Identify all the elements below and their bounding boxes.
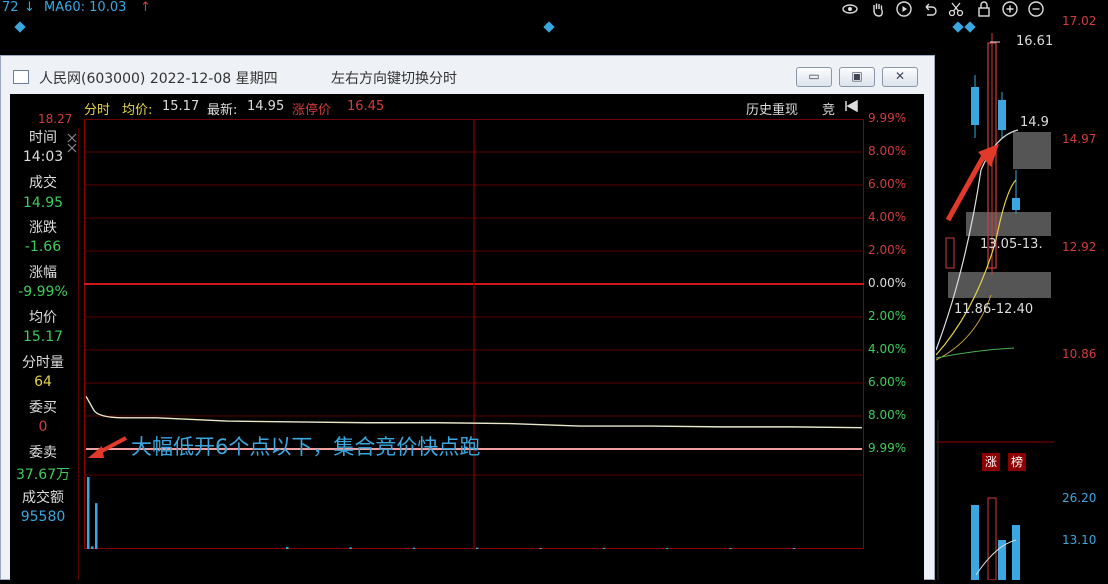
background-kline-panel: 16.61 14.9 13.05-13. 11.86-12.40 涨 榜: [935, 20, 1108, 581]
window-title: 人民网(603000) 2022-12-08 星期四: [39, 71, 278, 87]
volume-bar: [1012, 525, 1020, 580]
volume-bar: [792, 548, 796, 549]
percent-tick-label: 4.00%: [868, 342, 907, 356]
left-value: 72: [2, 0, 19, 15]
avg-price-value: 15.17: [162, 99, 200, 114]
volume-bar: [971, 505, 979, 580]
high-price-label: 16.61: [1016, 34, 1054, 49]
close-button[interactable]: ✕: [882, 67, 918, 87]
percent-tick-label: 2.00%: [868, 243, 907, 257]
diamond-marker-icon: [543, 21, 555, 33]
diamond-marker-icon: [14, 21, 26, 33]
percent-tick-label: 2.00%: [868, 309, 907, 323]
amount-value: 95580: [20, 509, 66, 525]
latest-value: 14.95: [247, 99, 285, 114]
kline-chart: [935, 33, 1054, 581]
ask-label: 委卖: [29, 445, 57, 461]
arrow-line: [945, 150, 989, 222]
volume-bar: [602, 548, 606, 549]
change-label: 涨跌: [29, 220, 57, 236]
play-icon[interactable]: [896, 1, 912, 17]
volume-bar: [476, 547, 479, 549]
bid-label: 委买: [29, 400, 57, 416]
volume-bar: [539, 548, 542, 549]
annotation-arrow-icon: [88, 436, 127, 458]
zoom-in-icon[interactable]: [1002, 1, 1018, 17]
window-title-bar[interactable]: 人民网(603000) 2022-12-08 星期四 左右方向键切换分时 ▭ ▣…: [1, 56, 934, 96]
candle-up: [945, 237, 955, 269]
timeshare-popup-window: 人民网(603000) 2022-12-08 星期四 左右方向键切换分时 ▭ ▣…: [0, 55, 935, 580]
ask-value: 37.67万: [15, 467, 71, 483]
hand-icon[interactable]: [870, 1, 886, 17]
volume-bar: [87, 477, 90, 549]
minimize-button[interactable]: ▭: [796, 67, 832, 87]
undo-icon[interactable]: [922, 1, 938, 17]
range-label: 13.05-13.: [980, 237, 1043, 252]
close-icon: ✕: [894, 69, 906, 83]
percent-tick-label: 6.00%: [868, 375, 907, 389]
price-band: [948, 272, 1051, 298]
app-icon: [13, 70, 29, 84]
volume-bar: [91, 546, 94, 549]
percent-tick-label: 0.00%: [868, 276, 907, 290]
rank-badge[interactable]: 榜: [1008, 453, 1026, 471]
ma60-label: MA60: 10.03: [44, 0, 127, 15]
deal-value: 14.95: [22, 195, 64, 211]
timeshare-screen: 分时 均价: 15.17 最新: 14.95 涨停价 16.45 历史重现 竞 …: [10, 94, 924, 580]
percent-tick-label: 8.00%: [868, 408, 907, 422]
down-arrow-icon: ↓: [24, 0, 35, 15]
lock-icon[interactable]: [976, 1, 992, 17]
change-value: -1.66: [24, 239, 62, 255]
left-info-panel: 时间 14:03 成交 14.95 涨跌 -1.66 涨幅 -9.99% 均价 …: [10, 124, 78, 554]
bidding-button[interactable]: 竞: [822, 99, 835, 118]
range-label: 11.86-12.40: [954, 302, 1034, 317]
latest-label: 最新:: [207, 103, 238, 118]
background-top-strip: 72 ↓ MA60: 10.03 ↑: [0, 0, 1108, 20]
history-replay-button[interactable]: 历史重现: [746, 99, 798, 118]
percent-tick-label: 9.99%: [868, 111, 907, 125]
bid-value: 0: [38, 419, 48, 435]
percent-tick-label: 6.00%: [868, 177, 907, 191]
left-divider: [78, 128, 79, 580]
chart-subheader: 分时 均价: 15.17 最新: 14.95 涨停价 16.45 历史重现 竞 …: [10, 94, 924, 126]
volume-bar: [95, 503, 98, 549]
price-band: [1013, 132, 1051, 169]
volume-bar: [729, 548, 732, 549]
amount-label: 成交额: [22, 490, 64, 506]
eye-icon[interactable]: [842, 1, 858, 17]
avg-value: 15.17: [22, 329, 64, 345]
annotation-text: 大幅低开6个点以下，集合竞价快点跑: [131, 435, 481, 459]
scissors-icon[interactable]: [948, 1, 964, 17]
volume-bar: [987, 497, 997, 581]
zoom-out-icon[interactable]: [1028, 1, 1044, 17]
restore-icon: ▣: [851, 69, 863, 83]
up-arrow-icon: ↑: [140, 0, 151, 15]
pct-label: 涨幅: [29, 265, 57, 281]
avg-label: 均价: [29, 310, 57, 326]
pct-value: -9.99%: [18, 284, 68, 300]
rank-badge[interactable]: 涨: [982, 453, 1000, 471]
mode-label: 分时: [84, 103, 111, 118]
price-band: [966, 212, 1051, 236]
avg-price-label: 均价:: [122, 103, 153, 118]
volume-value: 64: [34, 374, 52, 390]
restore-button[interactable]: ▣: [839, 67, 875, 87]
percent-tick-label: 9.99%: [868, 441, 907, 455]
deal-label: 成交: [29, 175, 57, 191]
limit-up-label: 涨停价: [292, 103, 332, 118]
minimize-icon: ▭: [808, 69, 820, 83]
percent-tick-label: 4.00%: [868, 210, 907, 224]
volume-bar: [286, 547, 289, 549]
panel-toggle-icon[interactable]: [66, 132, 78, 154]
volume-label: 分时量: [22, 355, 64, 371]
window-hint: 左右方向键切换分时: [331, 71, 457, 87]
volume-bar: [412, 547, 416, 549]
limit-up-value: 16.45: [347, 99, 385, 114]
timeshare-chart[interactable]: [84, 119, 864, 549]
percent-tick-label: 8.00%: [868, 144, 907, 158]
skip-back-icon[interactable]: [844, 100, 858, 112]
volume-bar: [349, 547, 352, 549]
price-label: 14.9: [1020, 115, 1049, 130]
volume-bar: [666, 548, 669, 549]
